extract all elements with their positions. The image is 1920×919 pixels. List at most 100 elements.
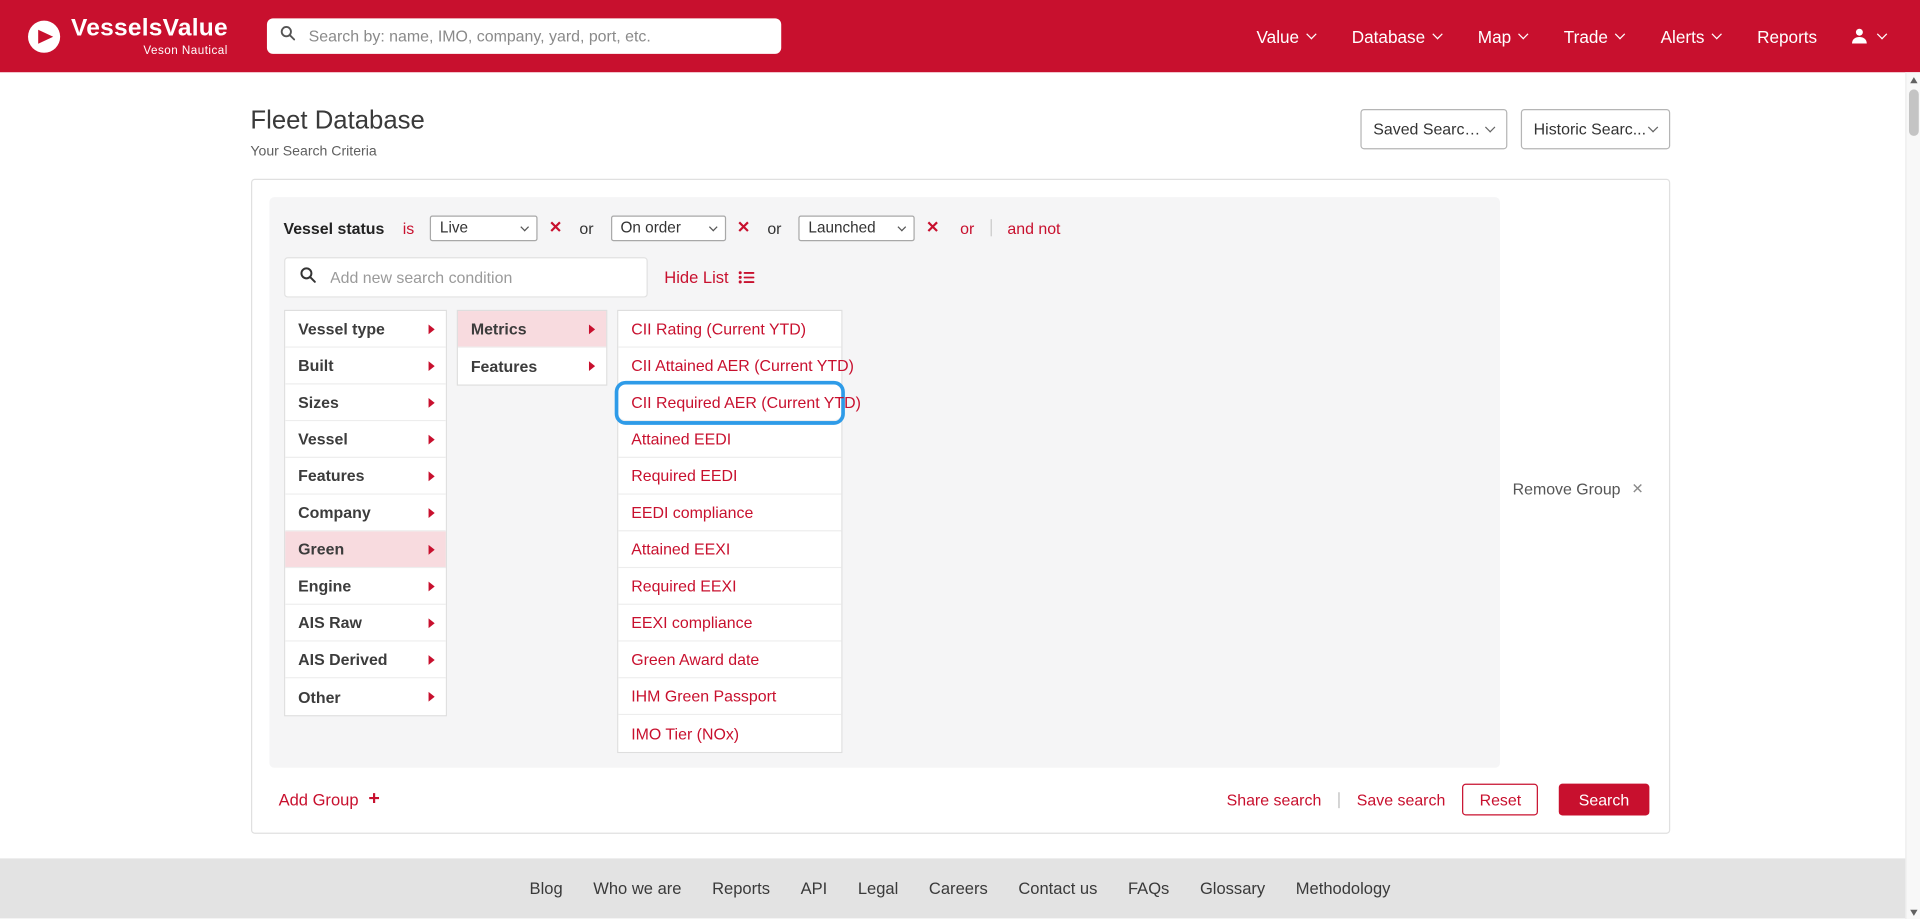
menu-item[interactable]: Attained EEDI (618, 421, 841, 458)
condition-value-select-on-order[interactable]: On order (611, 215, 726, 241)
menu-item[interactable]: EEXI compliance (618, 605, 841, 642)
scroll-down-arrow[interactable] (1907, 905, 1920, 919)
condition-row: Vessel status is Live ✕ or On order ✕ (283, 212, 1484, 244)
menu-item[interactable]: IHM Green Passport (618, 678, 841, 715)
menu-item[interactable]: Features (457, 348, 605, 385)
user-menu[interactable] (1849, 26, 1886, 47)
menu-item[interactable]: Attained EEXI (618, 531, 841, 568)
add-or-condition-link[interactable]: or (960, 219, 974, 237)
menu-item[interactable]: Built (285, 348, 445, 385)
condition-value-label: Live (440, 219, 468, 236)
top-navbar: VesselsValue Veson Nautical Value Databa… (0, 0, 1920, 72)
menu-item[interactable]: Green (285, 531, 445, 568)
menu-item[interactable]: Green Award date (618, 642, 841, 679)
menu-item-label: Sizes (298, 393, 339, 411)
caret-right-icon (428, 654, 434, 664)
menu-item[interactable]: CII Required AER (Current YTD) (618, 384, 841, 421)
menu-item[interactable]: Required EEXI (618, 568, 841, 605)
footer-link[interactable]: Blog (530, 879, 563, 897)
nav-item-label: Reports (1757, 26, 1817, 46)
caret-right-icon (588, 361, 594, 371)
menu-item-label: IHM Green Passport (631, 687, 776, 705)
footer-link[interactable]: Reports (712, 879, 770, 897)
footer-link[interactable]: Who we are (593, 879, 681, 897)
menu-item[interactable]: Features (285, 458, 445, 495)
remove-value-button[interactable]: ✕ (737, 218, 750, 238)
remove-group-link[interactable]: Remove Group ✕ (1513, 209, 1644, 767)
chevron-down-icon (1306, 29, 1316, 39)
brand-name: VesselsValue (71, 15, 228, 39)
menu-item[interactable]: Other (285, 678, 445, 715)
reset-button[interactable]: Reset (1462, 784, 1538, 816)
or-label: or (767, 219, 781, 237)
menu-item[interactable]: AIS Derived (285, 642, 445, 679)
share-search-link[interactable]: Share search (1227, 790, 1322, 808)
menu-item[interactable]: Required EEDI (618, 458, 841, 495)
menu-item[interactable]: CII Rating (Current YTD) (618, 311, 841, 348)
menu-item-label: Required EEXI (631, 577, 736, 595)
footer-link[interactable]: FAQs (1128, 879, 1169, 897)
scroll-up-arrow[interactable] (1907, 72, 1920, 87)
add-group-link[interactable]: Add Group + (279, 790, 380, 808)
menu-item[interactable]: Metrics (457, 311, 605, 348)
menu-item-label: Vessel type (298, 320, 385, 338)
remove-value-button[interactable]: ✕ (549, 218, 562, 238)
footer-link[interactable]: Contact us (1018, 879, 1097, 897)
menu-item[interactable]: Sizes (285, 384, 445, 421)
add-condition-input[interactable] (328, 267, 633, 288)
saved-searches-dropdown[interactable]: Saved Searches (1360, 109, 1507, 149)
menu-item[interactable]: Vessel type (285, 311, 445, 348)
historic-searches-dropdown[interactable]: Historic Searc... (1520, 109, 1669, 149)
footer-link[interactable]: Glossary (1200, 879, 1265, 897)
scrollbar-thumb[interactable] (1908, 89, 1918, 136)
condition-value-select-launched[interactable]: Launched (799, 215, 915, 241)
menu-item[interactable]: EEDI compliance (618, 495, 841, 532)
menu-item[interactable]: Vessel (285, 421, 445, 458)
hide-list-label: Hide List (664, 268, 728, 286)
menu-item-label: Engine (298, 577, 351, 595)
remove-value-button[interactable]: ✕ (926, 218, 939, 238)
page-subtitle: Your Search Criteria (250, 144, 424, 159)
nav-item[interactable]: Database (1352, 26, 1441, 46)
condition-operator: is (403, 219, 414, 237)
menu-item[interactable]: Company (285, 495, 445, 532)
brand-wordmark: VesselsValue Veson Nautical (71, 15, 228, 57)
nav-item[interactable]: Map (1478, 26, 1527, 46)
nav-item[interactable]: Alerts (1661, 26, 1721, 46)
chevron-down-icon (898, 222, 907, 231)
footer-link[interactable]: Methodology (1296, 879, 1391, 897)
chevron-down-icon (1518, 29, 1528, 39)
menu-item-label: CII Required AER (Current YTD) (631, 393, 861, 411)
chevron-down-icon (709, 222, 718, 231)
brand-logo-link[interactable]: VesselsValue Veson Nautical (27, 15, 228, 57)
footer-link[interactable]: Legal (858, 879, 898, 897)
condition-value-select-live[interactable]: Live (430, 215, 538, 241)
category-menu-level-1: Vessel type Built Sizes Vessel (283, 310, 446, 717)
category-menu-level-2: Metrics Features (456, 310, 607, 386)
menu-item-label: Required EEDI (631, 467, 737, 485)
menu-item[interactable]: Engine (285, 568, 445, 605)
scrollbar[interactable] (1905, 72, 1920, 919)
menu-item[interactable]: IMO Tier (NOx) (618, 715, 841, 752)
or-label: or (579, 219, 593, 237)
global-search-input[interactable] (306, 26, 769, 47)
caret-right-icon (428, 397, 434, 407)
menu-item-label: Built (298, 356, 333, 374)
nav-item[interactable]: Reports (1757, 26, 1817, 46)
search-icon (279, 24, 296, 47)
chevron-down-icon (1615, 29, 1625, 39)
menu-item[interactable]: CII Attained AER (Current YTD) (618, 348, 841, 385)
nav-item[interactable]: Trade (1564, 26, 1624, 46)
historic-searches-label: Historic Searc... (1534, 120, 1646, 138)
search-button[interactable]: Search (1559, 784, 1649, 816)
menu-item[interactable]: AIS Raw (285, 605, 445, 642)
save-search-link[interactable]: Save search (1357, 790, 1445, 808)
vesselsvalue-logo-icon (27, 19, 61, 53)
footer-link[interactable]: API (801, 879, 828, 897)
nav-item[interactable]: Value (1257, 26, 1316, 46)
footer-link[interactable]: Careers (929, 879, 988, 897)
add-and-not-condition-link[interactable]: and not (1007, 219, 1060, 237)
menu-item-label: CII Attained AER (Current YTD) (631, 356, 854, 374)
hide-list-link[interactable]: Hide List (664, 268, 755, 286)
caret-right-icon (428, 508, 434, 518)
